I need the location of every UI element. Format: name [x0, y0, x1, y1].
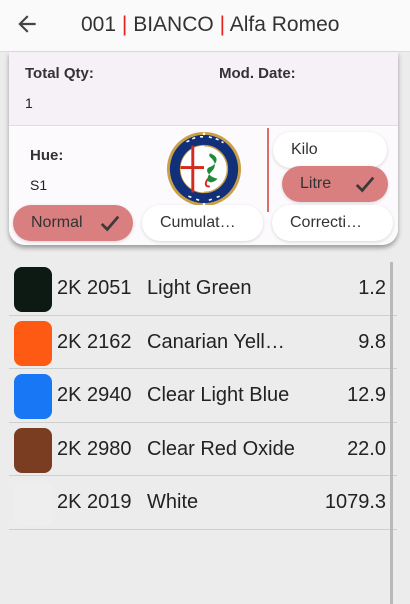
- hue-label: Hue:: [30, 147, 64, 164]
- app-header: 001 | BIANCO | Alfa Romeo: [0, 0, 410, 52]
- ingredient-name: Canarian Yell…: [147, 330, 285, 353]
- formula-name: BIANCO: [133, 13, 214, 36]
- litre-toggle[interactable]: Litre: [282, 166, 388, 202]
- ingredient-qty: 1.2: [358, 277, 386, 299]
- ingredient-qty: 1079.3: [324, 491, 386, 513]
- list-item[interactable]: 2K 2051 Light Green 1.2: [9, 262, 397, 316]
- checkmark-icon: [355, 176, 375, 193]
- color-swatch: [14, 320, 52, 366]
- color-swatch: [14, 374, 52, 419]
- total-qty-value: 1: [25, 95, 33, 111]
- ingredient-name: White: [147, 491, 199, 513]
- summary-top-panel: Total Qty: 1 Mod. Date:: [9, 52, 398, 126]
- ingredient-name: Clear Red Oxide: [147, 437, 295, 460]
- normal-label: Normal: [31, 214, 83, 231]
- color-swatch: [14, 267, 52, 312]
- color-swatch: [14, 427, 52, 473]
- ingredient-name: Light Green: [147, 277, 252, 299]
- cumulative-label: Cumulat…: [160, 214, 236, 231]
- list-item[interactable]: 2K 2019 White 1079.3: [9, 476, 397, 530]
- formula-code: 001: [81, 13, 117, 36]
- unit-divider: [267, 128, 269, 212]
- title-separator: |: [121, 13, 128, 36]
- ingredient-code: 2K 2051: [57, 277, 132, 299]
- normal-mode-toggle[interactable]: Normal: [13, 205, 133, 241]
- correction-mode-toggle[interactable]: Correcti…: [272, 205, 393, 241]
- total-qty-label: Total Qty:: [25, 65, 94, 82]
- ingredient-qty: 9.8: [358, 330, 386, 353]
- list-item[interactable]: 2K 2980 Clear Red Oxide 22.0: [9, 423, 397, 476]
- ingredient-qty: 22.0: [347, 437, 386, 460]
- ingredient-list: 2K 2051 Light Green 1.2 2K 2162 Canarian…: [9, 262, 397, 530]
- brand-name: Alfa Romeo: [229, 13, 340, 36]
- color-swatch: [14, 481, 52, 526]
- checkmark-icon: [100, 215, 120, 232]
- ingredient-code: 2K 2980: [57, 437, 132, 460]
- list-item[interactable]: 2K 2940 Clear Light Blue 12.9: [9, 369, 397, 423]
- hue-value: S1: [30, 177, 48, 193]
- ingredient-code: 2K 2162: [57, 330, 132, 353]
- correction-label: Correcti…: [290, 214, 363, 231]
- kilo-toggle[interactable]: Kilo: [273, 132, 387, 168]
- title-separator: |: [219, 13, 226, 36]
- ingredient-name: Clear Light Blue: [147, 384, 290, 406]
- alfa-romeo-logo: [166, 131, 242, 207]
- cumulative-mode-toggle[interactable]: Cumulat…: [142, 205, 263, 241]
- formula-summary-card: Total Qty: 1 Mod. Date: Hue: S1 Kilo Lit…: [9, 52, 398, 245]
- list-item[interactable]: 2K 2162 Canarian Yell… 9.8: [9, 316, 397, 369]
- litre-label: Litre: [300, 175, 332, 192]
- back-arrow-icon[interactable]: [14, 11, 40, 37]
- mod-date-label: Mod. Date:: [219, 65, 296, 82]
- ingredient-qty: 12.9: [347, 384, 386, 406]
- ingredient-code: 2K 2940: [57, 384, 132, 406]
- scrollbar[interactable]: [390, 262, 393, 604]
- page-title: 001 | BIANCO | Alfa Romeo: [81, 13, 339, 37]
- ingredient-code: 2K 2019: [57, 491, 132, 513]
- kilo-label: Kilo: [291, 141, 318, 158]
